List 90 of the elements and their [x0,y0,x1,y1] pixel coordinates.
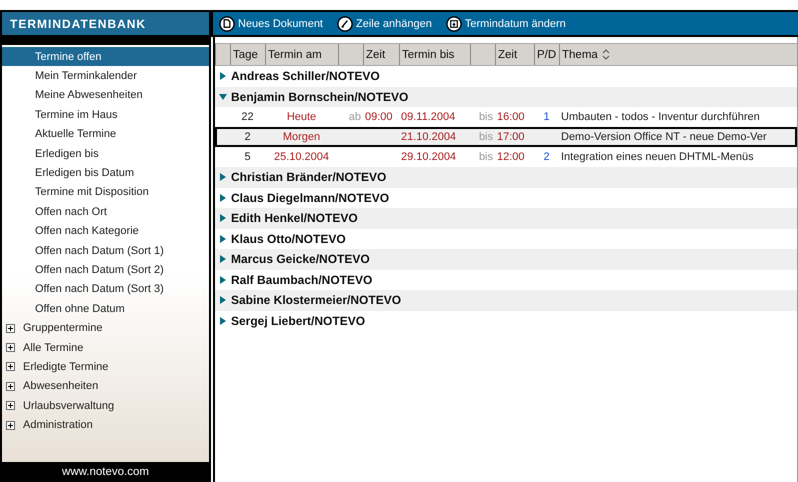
sidebar-item[interactable]: Offen nach Datum (Sort 1) [2,240,209,260]
column-header[interactable]: Termin am [265,44,338,65]
group-name: Marcus Geicke/NOTEVO [231,252,370,266]
table-cell-text: 29.10.2004 [400,151,458,163]
group-name: Benjamin Bornschein/NOTEVO [231,90,408,104]
column-header[interactable]: Zeit [495,44,534,65]
table-cell-text: 16:00 [496,111,526,123]
group-name: Christian Bränder/NOTEVO [231,170,386,184]
sidebar-item[interactable]: Meine Abwesenheiten [2,86,209,106]
table-cell-text: 21.10.2004 [400,131,458,143]
group-row[interactable]: Marcus Geicke/NOTEVO [215,249,797,270]
group-name: Klaus Otto/NOTEVO [231,232,346,246]
group-row[interactable]: Christian Bränder/NOTEVO [215,167,797,188]
collapsed-triangle-icon[interactable] [219,194,227,202]
group-name: Claus Diegelmann/NOTEVO [231,190,390,205]
table-cell-text: Demo-Version Office NT - neue Demo-Ver [560,131,768,143]
table-cell-text: 2 [243,131,252,143]
collapsed-triangle-icon[interactable] [219,255,227,264]
plus-box-icon[interactable] [6,324,15,333]
group-name: Andreas Schiller/NOTEVO [231,69,380,84]
group-row[interactable]: Benjamin Bornschein/NOTEVO [215,86,797,107]
document-icon [219,16,235,32]
group-name: Ralf Baumbach/NOTEVO [231,272,372,287]
table-cell-text: bis [478,151,494,163]
column-header[interactable]: P/D [534,44,559,65]
sidebar-item[interactable]: Offen nach Kategorie [2,222,209,241]
sidebar-folder-item[interactable]: Erledigte Termine [2,357,209,377]
column-header[interactable]: Tage [230,44,265,65]
toolbar-button[interactable]: Termindatum ändern [446,16,566,32]
table-cell-text: Umbauten - todos - Inventur durchführen [560,111,761,123]
expanded-triangle-icon[interactable] [219,92,227,101]
sidebar-item[interactable]: Termine mit Disposition [2,182,209,202]
collapsed-triangle-icon[interactable] [219,173,227,182]
calendar-icon [446,16,462,32]
table-cell-text: Heute [286,111,318,123]
toolbar-button[interactable]: Zeile anhängen [337,16,432,32]
table-cell-text: 5 [243,151,252,163]
app-title: TERMINDATENBANK [2,12,209,35]
plus-box-icon[interactable] [6,420,15,430]
group-name: Sergej Liebert/NOTEVO [231,314,366,328]
table-cell-text: Integration eines neuen DHTML-Menüs [560,151,755,163]
table-cell-text: 1 [542,111,551,123]
plus-box-icon[interactable] [6,343,15,352]
table-cell-text: bis [478,131,494,143]
sidebar-item[interactable]: Erledigen bis [2,144,209,164]
table-cell-text: Morgen [282,131,322,143]
sidebar-item[interactable]: Erledigen bis Datum [2,163,209,183]
plus-box-icon[interactable] [6,401,15,410]
sidebar-folder-item[interactable]: Abwesenheiten [2,376,209,396]
table-cell-text: 09:00 [364,111,394,123]
table-cell-text: ab [348,111,362,123]
sidebar-folder-item[interactable]: Urlaubsverwaltung [2,396,209,416]
pen-icon [337,16,353,32]
sidebar-item[interactable]: Offen ohne Datum [2,299,209,318]
sidebar-item[interactable]: Offen nach Ort [2,202,209,222]
column-header[interactable]: Thema [562,48,598,60]
sidebar-item[interactable]: Termine offen [2,47,209,66]
collapsed-triangle-icon[interactable] [219,276,227,284]
table-cell-text: 12:00 [496,151,526,163]
column-header[interactable]: Zeit [363,44,399,65]
table-cell-text: 09.11.2004 [400,111,456,123]
collapsed-triangle-icon[interactable] [219,72,227,80]
sidebar-folder-item[interactable]: Administration [2,415,209,435]
plus-box-icon[interactable] [6,362,15,372]
sidebar-item[interactable]: Offen nach Datum (Sort 3) [2,280,209,300]
group-name: Edith Henkel/NOTEVO [231,211,358,226]
sidebar-folder-item[interactable]: Gruppentermine [2,318,209,338]
website-link[interactable]: www.notevo.com [2,462,209,482]
table-row[interactable]: 2 Morgen 21.10.2004 bis 17:00 Demo-Version Office NT - neue Demo-Ver [215,127,797,147]
group-row[interactable]: Edith Henkel/NOTEVO [215,208,797,228]
table-cell-text: 22 [240,111,255,123]
plus-box-icon[interactable] [6,382,15,391]
sidebar-item[interactable]: Termine im Haus [2,105,209,125]
table-cell-text: bis [478,111,494,123]
collapsed-triangle-icon[interactable] [219,214,227,222]
sidebar-item[interactable]: Mein Terminkalender [2,66,209,86]
column-header[interactable]: Termin bis [399,44,470,65]
group-row[interactable]: Sabine Klostermeier/NOTEVO [215,290,797,310]
toolbar-button[interactable]: Neues Dokument [219,16,323,32]
table-cell-text: 17:00 [496,131,526,143]
collapsed-triangle-icon[interactable] [219,234,227,243]
collapsed-triangle-icon[interactable] [219,296,227,304]
sidebar-folder-item[interactable]: Alle Termine [2,338,209,358]
table-cell-text: 2 [542,151,551,163]
sidebar-item[interactable]: Offen nach Datum (Sort 2) [2,260,209,280]
sidebar-item[interactable]: Aktuelle Termine [2,124,209,144]
collapsed-triangle-icon[interactable] [219,316,227,325]
table-cell-text: 25.10.2004 [272,151,330,163]
group-name: Sabine Klostermeier/NOTEVO [231,293,402,308]
sort-icon[interactable] [602,49,610,60]
